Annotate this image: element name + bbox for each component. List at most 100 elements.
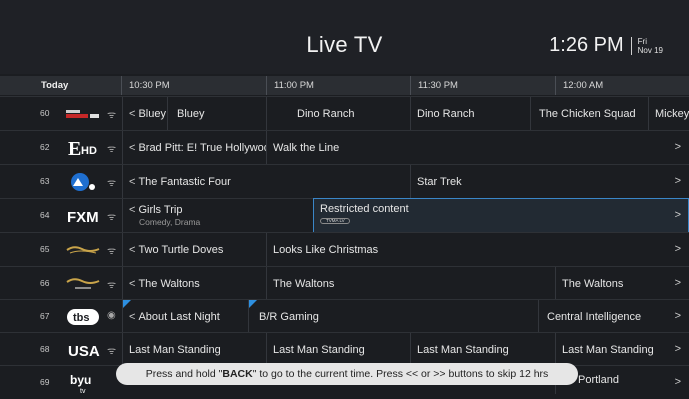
program-title: The Waltons <box>273 277 335 290</box>
clock-day: Fri <box>637 36 647 46</box>
clock-date: Fri Nov 19 <box>638 37 663 55</box>
program-cell[interactable]: Looks Like Christmas <box>266 233 689 266</box>
program-cell[interactable]: Bluey <box>167 97 266 130</box>
time-bar: Today 10:30 PM 11:00 PM 11:30 PM 12:00 A… <box>0 76 689 95</box>
channel-number: 67 <box>40 311 50 321</box>
program-cell[interactable]: The Chicken Squad <box>530 97 648 130</box>
guide-row: 67 tbs ◉ < About Last Night B/R Gaming Ce… <box>0 299 689 333</box>
channel-cell[interactable]: 60 ᯤ <box>0 97 122 130</box>
program-title: B/R Gaming <box>259 310 319 323</box>
guide-row: 64 FXM ᯤ < Girls Trip Comedy, Drama Restr… <box>0 198 689 233</box>
chevron-left-icon: < <box>129 204 136 216</box>
program-genre: Comedy, Drama <box>139 217 201 227</box>
today-label: Today <box>41 80 69 91</box>
channel-cell[interactable]: 65 ᯤ <box>0 233 122 266</box>
program-cell[interactable]: < The Waltons <box>122 267 266 300</box>
channel-cell[interactable]: 67 tbs ◉ <box>0 300 122 333</box>
channel-number: 64 <box>40 210 50 220</box>
program-cell-selected[interactable]: Restricted content TVMA LV <box>313 198 689 233</box>
program-cell[interactable]: Last Man Standing <box>266 333 410 366</box>
program-title: Brad Pitt: E! True Hollywood <box>138 141 266 154</box>
channel-logo-tbs: tbs <box>66 306 100 327</box>
channel-cell[interactable]: 68 USA ᯤ <box>0 333 122 366</box>
program-cell[interactable]: < Two Turtle Doves <box>122 233 266 266</box>
guide-row: 68 USA ᯤ Last Man Standing Last Man Stan… <box>0 332 689 366</box>
guide-row: 66 ᯤ < The Waltons The Waltons The Walton… <box>0 266 689 300</box>
program-cell[interactable]: Mickey <box>648 97 689 130</box>
program-title: Central Intelligence <box>547 310 642 323</box>
program-cell[interactable]: B/R Gaming <box>248 300 538 333</box>
time-slot: 11:00 PM <box>274 80 314 91</box>
new-episode-marker <box>249 300 257 308</box>
program-cell[interactable]: Last Man Standing <box>555 333 689 366</box>
chevron-left-icon: < <box>129 141 136 154</box>
program-title: Last Man Standing <box>273 343 365 356</box>
hint-text-end: " to go to the current time. Press << or… <box>252 368 549 380</box>
channel-number: 68 <box>40 344 50 354</box>
channel-logo-byu-tv: byu tv <box>66 372 100 395</box>
chevron-right-icon: > <box>674 141 681 153</box>
channel-logo-paramount <box>66 171 100 192</box>
chevron-right-icon: > <box>674 175 681 187</box>
svg-text:FXM: FXM <box>67 209 99 226</box>
program-title: Mickey <box>655 107 689 120</box>
program-cell[interactable]: Star Trek <box>410 165 689 198</box>
svg-text:E: E <box>68 138 81 159</box>
program-title: The Waltons <box>138 277 200 290</box>
program-cell[interactable]: < Bluey <box>122 97 167 130</box>
program-cell[interactable]: < About Last Night <box>122 300 248 333</box>
channel-cell[interactable]: 66 ᯤ <box>0 267 122 300</box>
program-cell[interactable]: Dino Ranch <box>266 97 410 130</box>
program-title: Bluey <box>177 107 205 120</box>
svg-text:tbs: tbs <box>73 312 90 324</box>
channel-cell[interactable]: 64 FXM ᯤ <box>0 199 122 232</box>
program-cell[interactable]: Last Man Standing <box>410 333 555 366</box>
program-cell[interactable]: < Brad Pitt: E! True Hollywood <box>122 131 266 164</box>
chevron-left-icon: < <box>129 243 136 256</box>
program-title: Last Man Standing <box>417 343 509 356</box>
header-bar: Live TV 1:26 PM Fri Nov 19 <box>0 0 689 74</box>
chevron-left-icon: < <box>129 107 136 120</box>
clock-divider <box>630 36 632 55</box>
program-title: Last Man Standing <box>129 343 221 356</box>
program-cell[interactable]: The Waltons <box>266 267 555 300</box>
channel-logo-fxm: FXM <box>66 205 100 226</box>
chevron-right-icon: > <box>674 209 681 221</box>
guide-row: 60 ᯤ < Bluey Bluey Dino Ranch Dino Ranch … <box>0 96 689 130</box>
channel-cell[interactable]: 63 ᯤ <box>0 165 122 198</box>
chevron-right-icon: > <box>674 376 681 388</box>
clock-monthday: Nov 19 <box>637 45 663 55</box>
chevron-right-icon: > <box>674 243 681 255</box>
record-icon: ᯤ <box>107 212 117 223</box>
time-tick <box>121 76 122 95</box>
time-slot: 12:00 AM <box>563 80 604 91</box>
record-icon: ᯤ <box>107 246 117 257</box>
channel-cell[interactable]: 69 byu tv <box>0 366 122 399</box>
program-cell[interactable]: The Waltons <box>555 267 689 300</box>
chevron-right-icon: > <box>674 343 681 355</box>
program-cell[interactable]: Dino Ranch <box>410 97 530 130</box>
time-tick <box>266 76 267 95</box>
program-title: Walk the Line <box>273 141 340 154</box>
program-title: Dino Ranch <box>417 107 475 120</box>
program-title: The Fantastic Four <box>138 175 231 188</box>
program-cell[interactable]: < Girls Trip Comedy, Drama <box>122 199 313 232</box>
chevron-right-icon: > <box>674 310 681 322</box>
time-tick <box>410 76 411 95</box>
record-icon: ᯤ <box>107 346 117 357</box>
chevron-left-icon: < <box>129 310 136 323</box>
program-cell[interactable]: Central Intelligence <box>538 300 689 333</box>
channel-cell[interactable]: 62 E HD ᯤ <box>0 131 122 164</box>
chevron-left-icon: < <box>129 175 136 188</box>
new-episode-marker <box>123 300 131 308</box>
rating-badge: TVMA LV <box>320 218 350 224</box>
program-cell[interactable]: < The Fantastic Four <box>122 165 410 198</box>
live-dot-icon: ◉ <box>107 310 116 321</box>
program-cell[interactable]: Walk the Line <box>266 131 689 164</box>
chevron-right-icon: > <box>674 277 681 289</box>
program-cell[interactable]: Last Man Standing <box>122 333 266 366</box>
guide-row: 63 ᯤ < The Fantastic Four Star Trek > <box>0 164 689 198</box>
program-title: Portland <box>578 374 619 386</box>
channel-number: 69 <box>40 377 50 387</box>
time-slot: 11:30 PM <box>418 80 458 91</box>
